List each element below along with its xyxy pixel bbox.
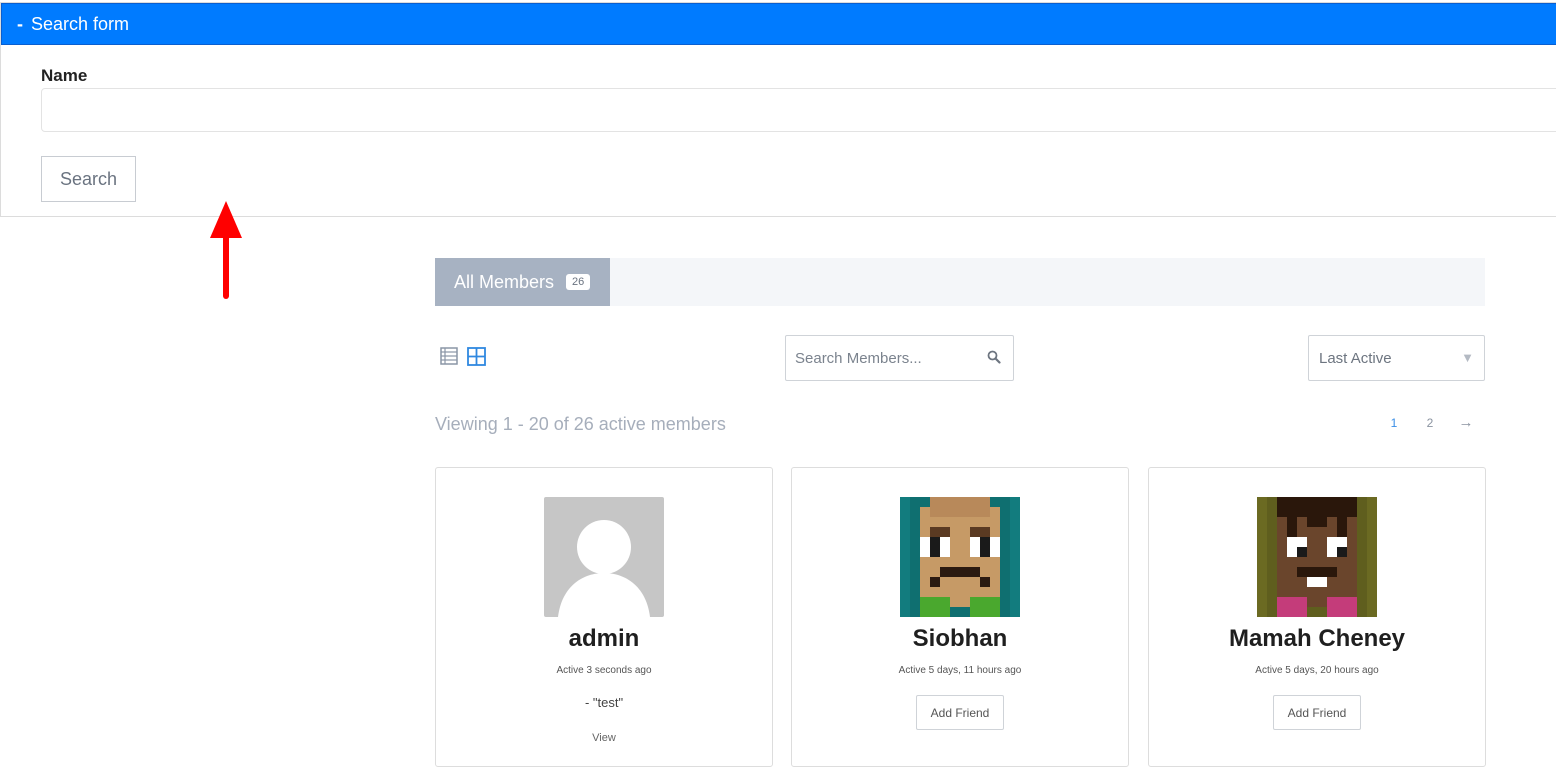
- search-button[interactable]: Search: [41, 156, 136, 202]
- viewing-count-text: Viewing 1 - 20 of 26 active members: [435, 414, 726, 434]
- caret-down-icon: ▼: [1461, 350, 1474, 365]
- member-name[interactable]: Siobhan: [792, 625, 1128, 653]
- search-form-header[interactable]: - Search form: [1, 3, 1556, 45]
- grid-view-icon[interactable]: [467, 347, 486, 366]
- members-search-box: [785, 335, 1014, 381]
- member-name[interactable]: admin: [436, 625, 772, 653]
- tab-all-members[interactable]: All Members 26: [435, 258, 610, 306]
- collapse-toggle[interactable]: -: [17, 14, 23, 35]
- tab-all-members-label: All Members: [454, 271, 555, 292]
- member-name[interactable]: Mamah Cheney: [1149, 625, 1485, 653]
- member-last-active: Active 5 days, 11 hours ago: [898, 665, 1022, 676]
- add-friend-button[interactable]: Add Friend: [916, 695, 1004, 730]
- member-card-siobhan: Siobhan Active 5 days, 11 hours ago Add …: [791, 467, 1129, 767]
- default-avatar-icon[interactable]: [544, 497, 664, 617]
- list-view-icon[interactable]: [440, 347, 458, 365]
- name-input[interactable]: [41, 88, 1556, 132]
- page-1[interactable]: 1: [1376, 416, 1412, 431]
- search-form-title: Search form: [31, 13, 130, 34]
- annotation-arrow-icon: [210, 201, 242, 299]
- search-icon[interactable]: [987, 350, 1001, 364]
- order-by-select[interactable]: Last Active ▼: [1308, 335, 1485, 381]
- member-count-badge: 26: [566, 274, 591, 290]
- order-by-value: Last Active: [1319, 349, 1392, 367]
- pagination: 1 2 →: [1376, 414, 1484, 431]
- next-page-link[interactable]: →: [1448, 414, 1484, 431]
- search-form-panel: - Search form Name Search: [0, 2, 1556, 217]
- member-last-active: Active 3 seconds ago: [556, 665, 652, 676]
- member-card-admin: admin Active 3 seconds ago - "test" View: [435, 467, 773, 767]
- member-last-active: Active 5 days, 20 hours ago: [1255, 665, 1379, 676]
- name-label: Name: [41, 66, 88, 85]
- view-link[interactable]: View: [436, 732, 772, 744]
- member-card-mamah-cheney: Mamah Cheney Active 5 days, 20 hours ago…: [1148, 467, 1486, 767]
- member-type-tabs: All Members 26: [435, 258, 1485, 306]
- pixel-avatar-icon[interactable]: [900, 497, 1020, 617]
- page-2[interactable]: 2: [1412, 416, 1448, 431]
- pixel-avatar-icon[interactable]: [1257, 497, 1377, 617]
- members-search-input[interactable]: [786, 348, 982, 368]
- add-friend-button[interactable]: Add Friend: [1273, 695, 1361, 730]
- member-latest-update: - "test": [584, 695, 624, 710]
